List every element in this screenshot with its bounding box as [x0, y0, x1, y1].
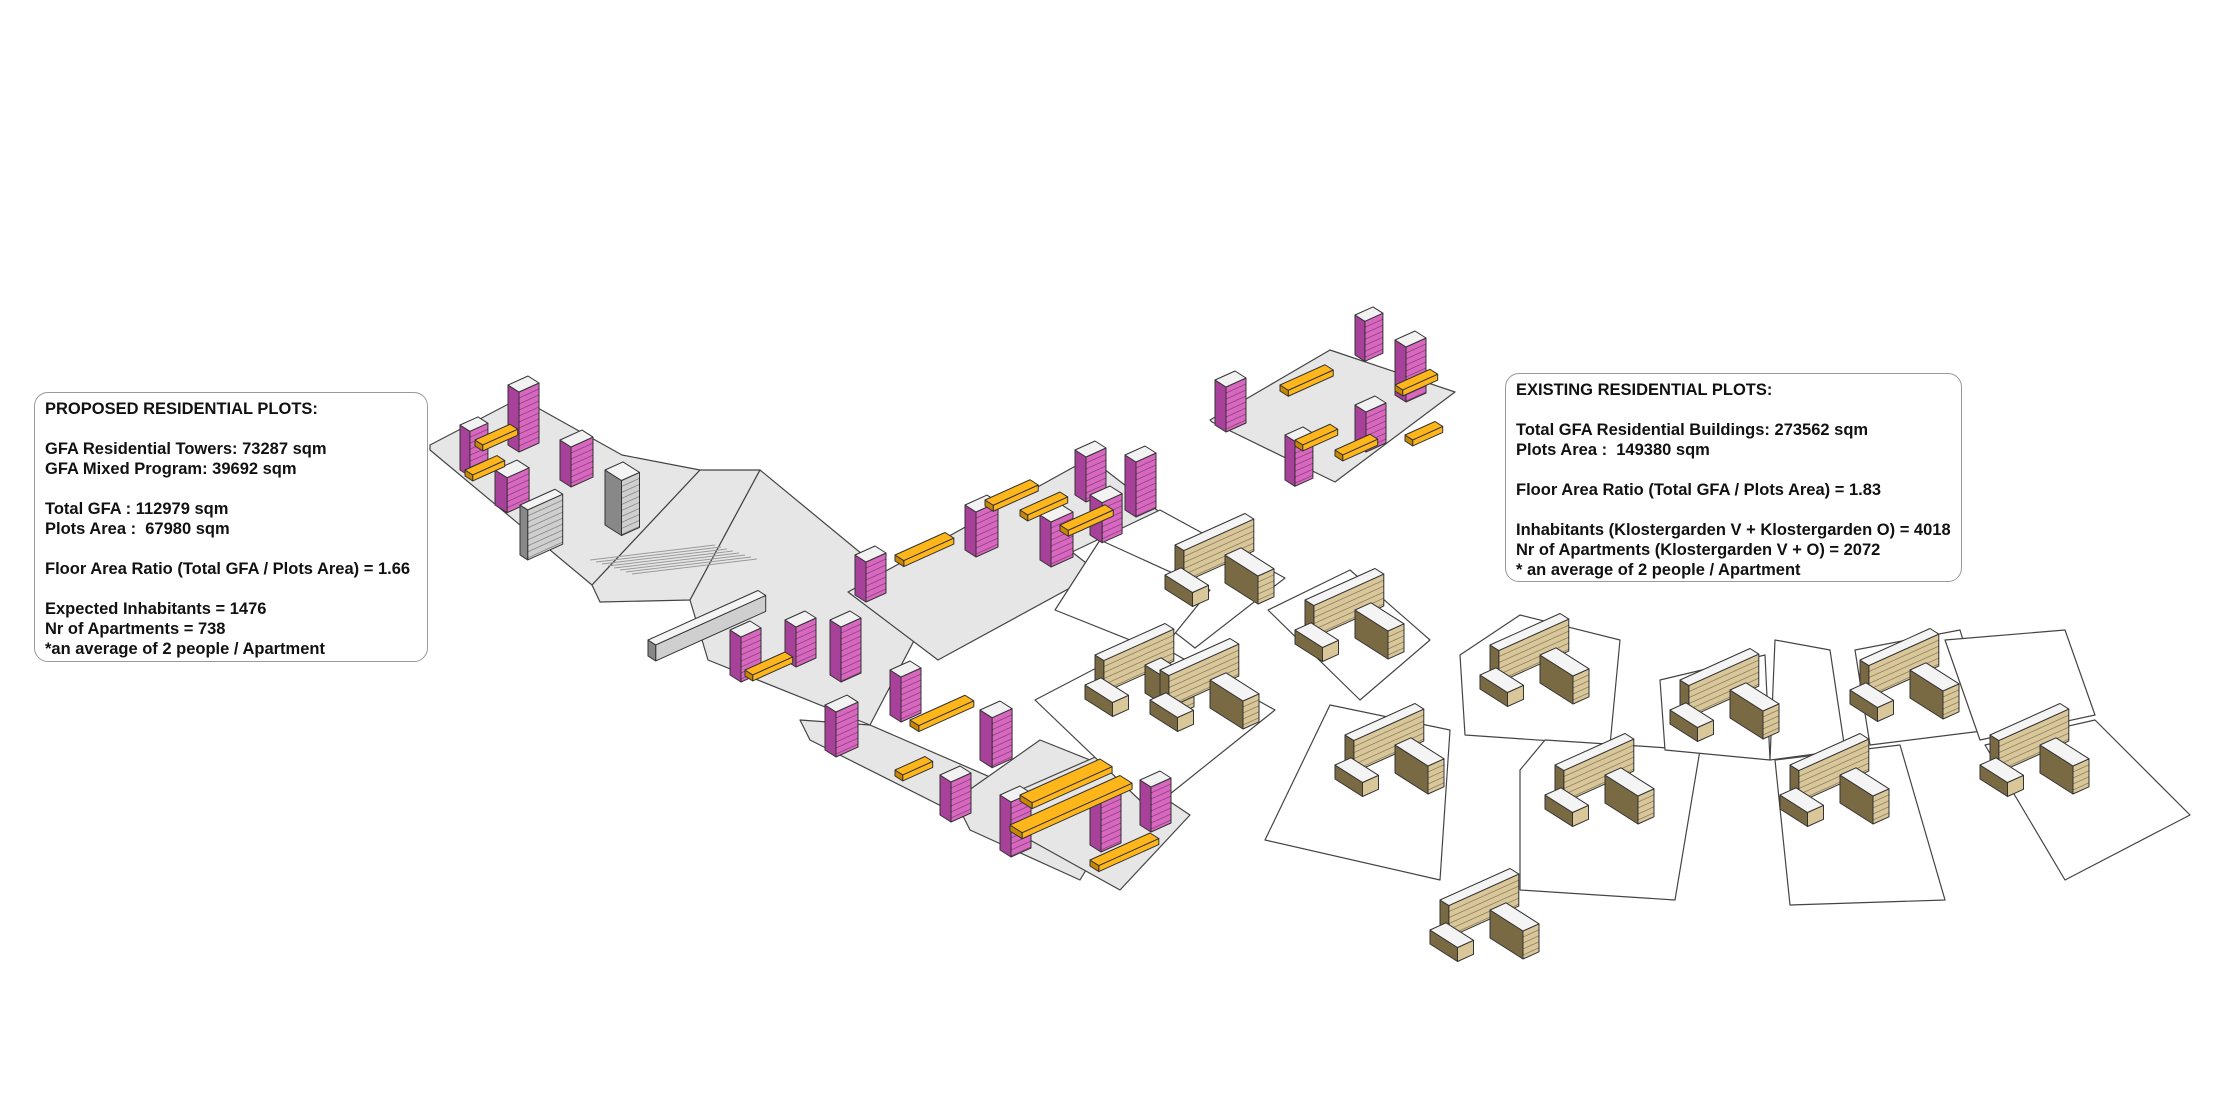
building-side-face	[559, 439, 572, 488]
residential-tower	[829, 610, 862, 683]
existing-apartments: Nr of Apartments (Klostergarden V + O) =…	[1516, 541, 1881, 559]
existing-footnote: * an average of 2 people / Apartment	[1516, 561, 1801, 579]
residential-tower	[854, 545, 887, 603]
proposed-title: PROPOSED RESIDENTIAL PLOTS:	[45, 400, 318, 418]
existing-title: EXISTING RESIDENTIAL PLOTS:	[1516, 381, 1773, 399]
existing-plots-area: Plots Area : 149380 sqm	[1516, 441, 1710, 459]
proposed-apartments: Nr of Apartments = 738	[45, 620, 226, 638]
proposed-floor-area-ratio: Floor Area Ratio (Total GFA / Plots Area…	[45, 560, 411, 578]
proposed-footnote: *an average of 2 people / Apartment	[45, 640, 325, 658]
building-side-face	[964, 504, 977, 558]
existing-slab-block	[604, 461, 640, 536]
building-front-face	[991, 708, 1013, 769]
residential-tower	[979, 700, 1013, 769]
site-plot	[1769, 639, 1846, 761]
building-side-face	[1354, 314, 1366, 362]
existing-floor-area-ratio: Floor Area Ratio (Total GFA / Plots Area…	[1516, 481, 1882, 499]
building-side-face	[999, 794, 1012, 858]
residential-tower	[939, 765, 972, 823]
building-side-face	[939, 774, 952, 823]
proposed-inhabitants: Expected Inhabitants = 1476	[45, 600, 267, 618]
building-side-face	[979, 709, 993, 769]
residential-tower	[1139, 770, 1172, 833]
building-side-face	[854, 554, 867, 603]
building-side-face	[829, 619, 842, 683]
building-side-face	[824, 704, 837, 758]
residential-tower	[889, 660, 922, 723]
existing-perimeter-block	[1489, 902, 1540, 960]
proposed-gfa-towers: GFA Residential Towers: 73287 sqm	[45, 440, 327, 458]
proposed-gfa-mixed: GFA Mixed Program: 39692 sqm	[45, 460, 297, 478]
building-side-face	[507, 384, 520, 453]
building-side-face	[1284, 434, 1296, 487]
residential-tower	[559, 429, 594, 488]
residential-tower	[507, 375, 540, 453]
building-side-face	[1139, 779, 1152, 833]
building-side-face	[1214, 379, 1227, 433]
proposed-plots-area: Plots Area : 67980 sqm	[45, 520, 230, 538]
building-side-face	[1039, 514, 1052, 568]
residential-tower	[824, 694, 859, 758]
building-side-face	[1124, 454, 1137, 518]
building-side-face	[604, 469, 622, 536]
residential-tower	[1124, 445, 1157, 518]
existing-inhabitants: Inhabitants (Klostergarden V + Klosterga…	[1516, 521, 1951, 539]
building-side-face	[889, 669, 902, 723]
building-side-face	[1074, 449, 1087, 503]
residential-tower	[1214, 370, 1247, 433]
existing-plots-info-box: EXISTING RESIDENTIAL PLOTS: Total GFA Re…	[1505, 373, 1962, 582]
existing-total-gfa: Total GFA Residential Buildings: 273562 …	[1516, 421, 1869, 439]
proposed-total-gfa: Total GFA : 112979 sqm	[45, 500, 229, 518]
proposed-plots-info-box: PROPOSED RESIDENTIAL PLOTS: GFA Resident…	[34, 392, 428, 662]
residential-tower	[1354, 306, 1384, 362]
building-side-face	[519, 504, 529, 561]
building-side-face	[729, 629, 742, 683]
